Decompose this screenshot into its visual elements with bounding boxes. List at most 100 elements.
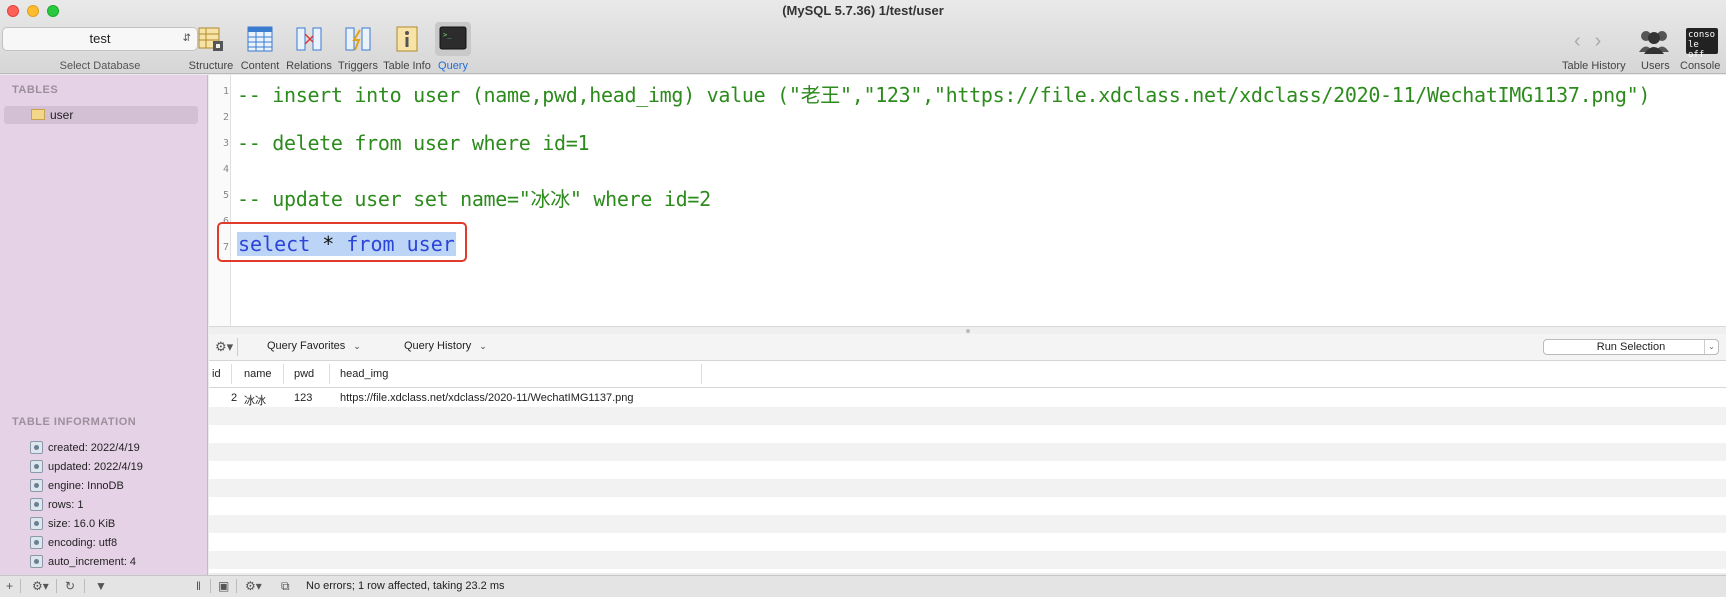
gear-menu-icon[interactable]: ⚙▾: [245, 579, 262, 593]
split-view-icon[interactable]: ‖: [196, 579, 201, 593]
cell-name: 冰冰: [244, 395, 266, 407]
image-icon[interactable]: ▣: [218, 579, 229, 593]
line-number: 3: [222, 138, 229, 149]
relations-icon: [294, 24, 324, 54]
column-separator: [283, 364, 284, 384]
query-history-label: Query History: [404, 340, 472, 352]
results-table: id name pwd head_img 2 冰冰 123 https://fi…: [209, 361, 1726, 573]
run-selection-label: Run Selection: [1596, 341, 1666, 353]
toolbar-relations-button[interactable]: Relations: [283, 24, 335, 72]
toolbar-table-info-label: Table Info: [383, 60, 431, 72]
info-updated: updated: 2022/4/19: [48, 460, 143, 473]
editor-splitter[interactable]: [209, 326, 1726, 334]
column-header-id[interactable]: id: [212, 368, 221, 380]
toolbar-triggers-button[interactable]: Triggers: [332, 24, 384, 72]
empty-row: [209, 425, 1726, 443]
table-info-header: TABLE INFORMATION: [12, 416, 137, 428]
users-icon[interactable]: [1637, 28, 1671, 57]
toolbar-content-label: Content: [240, 60, 280, 72]
empty-row: [209, 533, 1726, 551]
run-selection-button[interactable]: Run Selection ⌄: [1543, 339, 1719, 355]
content-icon: [245, 24, 275, 54]
divider: [237, 338, 238, 356]
info-item: auto_increment: 4: [30, 552, 143, 571]
copy-icon[interactable]: ⧉: [281, 579, 290, 594]
console-icon[interactable]: conso le off: [1686, 28, 1718, 60]
structure-icon: [196, 24, 226, 54]
sidebar-table-label: user: [50, 108, 74, 122]
refresh-icon[interactable]: ↻: [65, 579, 75, 593]
code-line: -- delete from user where id=1: [237, 131, 590, 155]
query-icon: >_: [435, 22, 471, 56]
info-bullet-icon: [30, 536, 43, 549]
column-header-name[interactable]: name: [244, 368, 272, 380]
toolbar-content-button[interactable]: Content: [234, 24, 286, 72]
toolbar-table-info-button[interactable]: Table Info: [381, 24, 433, 72]
table-row[interactable]: 2 冰冰 123 https://file.xdclass.net/xdclas…: [209, 389, 1726, 407]
empty-row: [209, 407, 1726, 425]
chevron-right-icon[interactable]: ›: [1595, 30, 1616, 52]
divider: [84, 579, 85, 593]
chevron-down-icon: ⌄: [479, 341, 487, 351]
console-label[interactable]: Console: [1680, 60, 1720, 72]
info-bullet-icon: [30, 498, 43, 511]
results-header: id name pwd head_img: [209, 361, 1726, 388]
status-message: No errors; 1 row affected, taking 23.2 m…: [306, 580, 505, 592]
sidebar-table-user[interactable]: user: [4, 106, 198, 124]
tables-header: TABLES: [12, 84, 59, 96]
query-history-dropdown[interactable]: Query History ⌄: [404, 340, 487, 352]
info-engine: engine: InnoDB: [48, 479, 124, 492]
add-table-icon[interactable]: +: [6, 579, 13, 593]
column-header-pwd[interactable]: pwd: [294, 368, 314, 380]
info-item: engine: InnoDB: [30, 476, 143, 495]
info-bullet-icon: [30, 555, 43, 568]
line-number: 1: [222, 86, 229, 97]
cell-id: 2: [231, 392, 238, 404]
column-header-head-img[interactable]: head_img: [340, 368, 388, 380]
line-number: 5: [222, 190, 229, 201]
info-auto-increment: auto_increment: 4: [48, 555, 137, 568]
info-created: created: 2022/4/19: [48, 441, 140, 454]
highlight-annotation-box: [217, 222, 467, 262]
toolbar-query-button[interactable]: >_ Query: [427, 22, 479, 72]
divider: [210, 579, 211, 593]
divider: [56, 579, 57, 593]
info-size: size: 16.0 KiB: [48, 517, 116, 530]
code-line: -- update user set name="冰冰" where id=2: [237, 187, 711, 211]
empty-row: [209, 461, 1726, 479]
filter-icon[interactable]: ▼: [95, 579, 107, 593]
gear-menu-icon[interactable]: ⚙▾: [215, 339, 233, 355]
empty-row: [209, 515, 1726, 533]
query-favorites-label: Query Favorites: [267, 340, 346, 352]
empty-row: [209, 443, 1726, 461]
line-number: 2: [222, 112, 229, 123]
database-select[interactable]: test ⇵: [2, 27, 198, 51]
divider: [236, 579, 237, 593]
users-label[interactable]: Users: [1641, 60, 1670, 72]
info-item: rows: 1: [30, 495, 143, 514]
chevron-left-icon[interactable]: ‹: [1574, 30, 1595, 52]
info-item: encoding: utf8: [30, 533, 143, 552]
chevron-down-icon[interactable]: ⌄: [1704, 340, 1718, 354]
table-history-label[interactable]: Table History: [1562, 60, 1626, 72]
code-line: -- insert into user (name,pwd,head_img) …: [237, 83, 1651, 107]
info-encoding: encoding: utf8: [48, 536, 118, 549]
info-bullet-icon: [30, 479, 43, 492]
info-bullet-icon: [30, 460, 43, 473]
toolbar-relations-label: Relations: [286, 60, 332, 72]
table-icon: [31, 109, 45, 120]
table-info-icon: [392, 24, 422, 54]
column-separator: [329, 364, 330, 384]
gear-menu-icon[interactable]: ⚙▾: [32, 579, 49, 593]
console-icon-text: conso le off: [1688, 30, 1716, 60]
query-favorites-dropdown[interactable]: Query Favorites ⌄: [267, 340, 361, 352]
query-editor[interactable]: 1 2 3 4 5 6 7 -- insert into user (name,…: [209, 75, 1726, 326]
info-bullet-icon: [30, 517, 43, 530]
line-gutter: 1 2 3 4 5 6 7: [209, 75, 231, 326]
column-separator: [231, 364, 232, 384]
chevron-down-icon: ⌄: [353, 341, 361, 351]
sidebar: TABLES user TABLE INFORMATION created: 2…: [0, 75, 208, 575]
toolbar-query-label: Query: [438, 60, 468, 72]
toolbar-structure-button[interactable]: Structure: [185, 24, 237, 72]
window-title: (MySQL 5.7.36) 1/test/user: [782, 3, 944, 18]
